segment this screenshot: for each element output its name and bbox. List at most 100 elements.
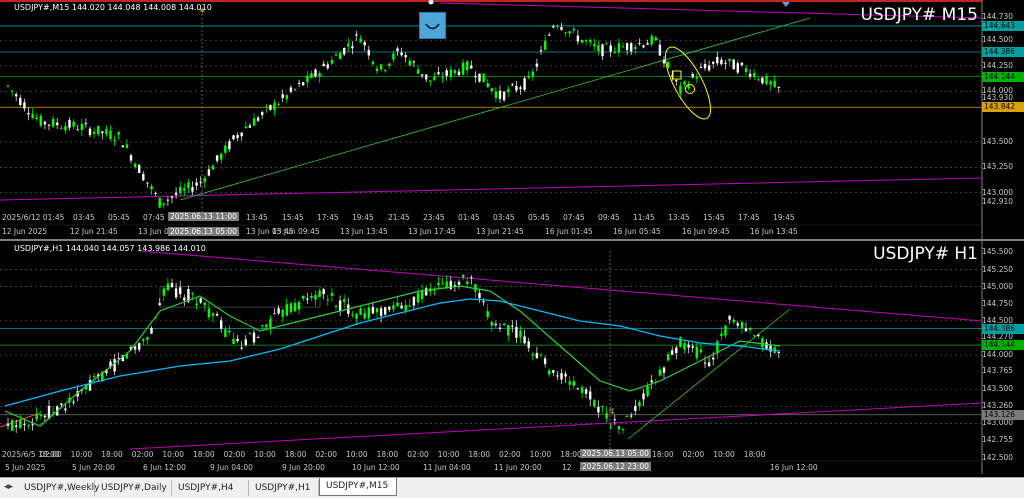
- h1-price-label: 144.000: [982, 350, 1014, 359]
- tab-usdjpy-weekly[interactable]: USDJPY#,Weekly: [18, 480, 100, 496]
- m15-time-label: 15:45: [282, 213, 304, 222]
- m15-candle-body: [576, 35, 580, 42]
- m15-candle-body: [326, 64, 329, 69]
- m15-candle-body: [88, 128, 92, 136]
- tab-usdjpy-m15[interactable]: USDJPY#,M15: [319, 478, 397, 496]
- m15-candle-body: [203, 178, 206, 182]
- m15-candle-body: [146, 182, 149, 184]
- h1-candle-body: [507, 325, 510, 336]
- h1-price-tag: 144.386: [982, 323, 1024, 334]
- m15-candle-body: [109, 130, 112, 140]
- tab-usdjpy-h4[interactable]: USDJPY#,H4: [172, 480, 249, 496]
- h1-candle-body: [683, 343, 686, 350]
- h1-candle-body: [293, 302, 297, 312]
- m15-candle-body: [15, 94, 18, 97]
- h1-date-label: 9 Jun 04:00: [210, 463, 253, 472]
- h1-candle-body: [338, 300, 342, 311]
- m15-candle-body: [703, 64, 707, 69]
- h1-candle-body: [199, 298, 202, 303]
- m15-candle-body: [707, 65, 711, 71]
- m15-candle-body: [31, 114, 34, 119]
- h1-candle-body: [769, 345, 772, 352]
- m15-candle-body: [142, 173, 145, 181]
- m15-candle-body: [769, 81, 772, 85]
- m15-candle-body: [404, 54, 407, 58]
- m15-candle-body: [232, 135, 235, 140]
- h1-candle-body: [51, 412, 55, 414]
- h1-hour-label: 02:00: [131, 450, 154, 459]
- m15-candle-body: [47, 124, 51, 126]
- m15-price-label: 143.930: [982, 93, 1014, 103]
- h1-candle-body: [617, 425, 621, 430]
- h1-candle-body: [166, 283, 170, 291]
- h1-chart-canvas[interactable]: ↯: [0, 241, 1024, 474]
- m15-top-marker-icon: [428, 0, 434, 5]
- m15-chart-canvas[interactable]: ✶: [0, 0, 1024, 239]
- m15-candle-body: [593, 44, 596, 47]
- h1-hour-label: 18:00: [652, 450, 674, 459]
- h1-candle-body: [203, 302, 206, 306]
- m15-candle-body: [97, 125, 100, 135]
- m15-candle-body: [753, 73, 756, 77]
- m15-candle-body: [621, 46, 625, 48]
- m15-candle-body: [625, 43, 629, 51]
- tab-usdjpy-h1[interactable]: USDJPY#,H1: [249, 480, 319, 496]
- m15-candle-body: [437, 72, 440, 75]
- m15-candle-body: [10, 90, 14, 92]
- m15-candle-body: [220, 153, 223, 160]
- chart-pane-h1[interactable]: ↯ USDJPY#,H1 144.040 144.057 143.986 144…: [0, 241, 1024, 474]
- m15-candle-body: [699, 67, 703, 69]
- m15-candle-body: [322, 63, 325, 67]
- m15-candle-body: [154, 193, 157, 195]
- h1-candle-body: [466, 281, 469, 285]
- h1-candle-body: [277, 308, 280, 314]
- m15-candle-body: [125, 144, 129, 148]
- m15-candle-body: [23, 102, 26, 109]
- m15-date-label: 16 Jun 05:45: [613, 227, 661, 236]
- m15-candle-body: [105, 128, 108, 135]
- h1-candle-body: [457, 281, 461, 285]
- m15-candle-body: [72, 121, 75, 127]
- m15-candle-body: [494, 91, 498, 98]
- smile-icon[interactable]: [419, 12, 446, 39]
- m15-candle-body: [252, 118, 256, 126]
- m15-candle-body: [224, 145, 227, 153]
- tab-usdjpy-daily[interactable]: USDJPY#,Daily: [95, 480, 172, 496]
- h1-candle-body: [613, 419, 616, 421]
- h1-candle-body: [92, 376, 96, 378]
- h1-candle-body: [609, 425, 612, 427]
- m15-price-tag: 144.386: [982, 47, 1024, 58]
- m15-time-label: 05:45: [108, 213, 130, 222]
- m15-candle-body: [601, 44, 604, 57]
- h1-hour-label: 10:00: [162, 450, 185, 459]
- m15-candle-body: [27, 112, 30, 115]
- h1-candle-body: [671, 350, 674, 355]
- h1-candle-body: [371, 306, 375, 314]
- h1-candle-body: [486, 311, 489, 318]
- h1-candle-body: [244, 339, 247, 346]
- h1-candle-body: [207, 308, 211, 318]
- h1-candle-body: [691, 346, 694, 348]
- m15-candle-body: [92, 131, 96, 134]
- m15-candle-body: [277, 104, 280, 106]
- h1-candle-body: [224, 329, 227, 337]
- m15-candle-body: [548, 34, 551, 36]
- m15-candle-body: [256, 117, 260, 121]
- h1-candle-body: [351, 314, 354, 316]
- m15-time-label: 09:45: [598, 213, 620, 222]
- m15-candle-body: [384, 69, 387, 71]
- m15-candle-body: [343, 47, 346, 55]
- h1-hour-label: 10:00: [254, 450, 276, 459]
- h1-candle-body: [384, 307, 387, 315]
- h1-candle-body: [420, 290, 424, 299]
- m15-candle-body: [748, 73, 752, 77]
- chart-pane-m15[interactable]: ✶ USDJPY#,M15 144.020 144.048 144.008 14…: [0, 0, 1024, 239]
- m15-candle-body: [379, 64, 383, 70]
- h1-hour-label: 18:00: [743, 450, 766, 459]
- h1-candle-body: [498, 327, 502, 329]
- m15-candle-body: [498, 90, 502, 99]
- m15-candle-body: [187, 182, 190, 188]
- m15-candle-body: [556, 26, 559, 28]
- m15-candle-body: [560, 27, 563, 30]
- tab-scroll-icon[interactable]: ◂▸: [4, 482, 13, 492]
